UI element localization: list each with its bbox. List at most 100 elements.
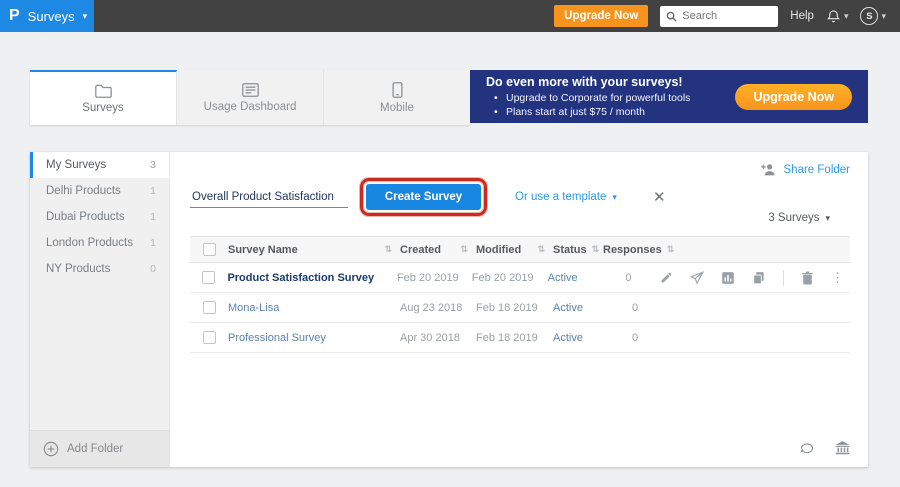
survey-name-link[interactable]: Product Satisfaction Survey <box>227 272 374 284</box>
create-survey-row: Create Survey Or use a template ▾ ✕ <box>190 182 850 212</box>
modified-date: Feb 18 2019 <box>476 302 538 314</box>
avatar: S <box>860 7 878 25</box>
sidebar-item-ny-products[interactable]: NY Products 0 <box>30 256 169 282</box>
chevron-down-icon: ▾ <box>881 12 886 21</box>
sidebar-item-london-products[interactable]: London Products 1 <box>30 230 169 256</box>
share-folder-button[interactable]: Share Folder <box>761 163 850 176</box>
surveys-table: Survey Name ⇅ Created ⇅ Modified ⇅ Statu… <box>190 236 850 353</box>
duplicate-copy-icon[interactable] <box>752 271 766 285</box>
sidebar-item-dubai-products[interactable]: Dubai Products 1 <box>30 204 169 230</box>
tab-usage-dashboard[interactable]: Usage Dashboard <box>177 70 324 125</box>
folder-label: Dubai Products <box>46 211 125 223</box>
folders-sidebar: My Surveys 3 Delhi Products 1 Dubai Prod… <box>30 152 170 467</box>
status-badge[interactable]: Active <box>548 272 578 284</box>
folder-label: NY Products <box>46 263 110 275</box>
row-checkbox[interactable] <box>203 301 216 314</box>
created-date: Aug 23 2018 <box>400 302 462 314</box>
banner-bullets: Upgrade to Corporate for powerful tools … <box>486 91 690 119</box>
surveys-count-dropdown[interactable]: 3 Surveys ▾ <box>768 212 830 224</box>
search-icon <box>666 11 677 22</box>
table-row: Mona-Lisa Aug 23 2018 Feb 18 2019 Active… <box>190 293 850 323</box>
column-header-status: Status <box>553 244 587 256</box>
topbar: P Surveys ▾ Upgrade Now Help ▾ S ▾ <box>0 0 900 32</box>
search-input[interactable] <box>682 10 772 22</box>
chevron-down-icon: ▾ <box>844 12 849 21</box>
tab-surveys[interactable]: Surveys <box>30 70 177 125</box>
sort-icon[interactable]: ⇅ <box>460 244 476 255</box>
app-switcher[interactable]: P Surveys ▾ <box>0 0 94 32</box>
chevron-down-icon: ▾ <box>83 12 88 21</box>
add-folder-button[interactable]: Add Folder <box>30 430 169 467</box>
folder-label: Delhi Products <box>46 185 121 197</box>
column-header-survey-name: Survey Name <box>228 244 298 256</box>
tab-label: Surveys <box>82 102 124 114</box>
survey-name-input[interactable] <box>190 187 348 208</box>
created-date: Feb 20 2019 <box>397 272 459 284</box>
responses-count: 0 <box>625 272 631 284</box>
folder-count: 1 <box>150 211 156 223</box>
upgrade-now-button[interactable]: Upgrade Now <box>554 5 648 27</box>
table-header-row: Survey Name ⇅ Created ⇅ Modified ⇅ Statu… <box>190 236 850 263</box>
folder-label: London Products <box>46 237 133 249</box>
reports-chart-icon[interactable] <box>721 271 735 285</box>
responses-count: 0 <box>632 302 638 314</box>
created-date: Apr 30 2018 <box>400 332 460 344</box>
add-folder-label: Add Folder <box>67 443 123 455</box>
use-template-dropdown[interactable]: Or use a template ▾ <box>515 191 617 203</box>
survey-name-link[interactable]: Professional Survey <box>228 332 326 344</box>
table-row: Product Satisfaction Survey Feb 20 2019 … <box>190 263 850 293</box>
close-icon[interactable]: ✕ <box>653 190 666 205</box>
banner-upgrade-button[interactable]: Upgrade Now <box>735 84 852 110</box>
surveys-count-label: 3 Surveys <box>768 212 819 224</box>
folder-label: My Surveys <box>46 159 106 171</box>
folder-icon <box>95 84 112 98</box>
surveys-panel: My Surveys 3 Delhi Products 1 Dubai Prod… <box>30 152 868 467</box>
sort-icon[interactable]: ⇅ <box>667 244 675 255</box>
sidebar-item-my-surveys[interactable]: My Surveys 3 <box>30 152 169 178</box>
responses-count: 0 <box>632 332 638 344</box>
archive-bank-icon[interactable] <box>835 441 850 455</box>
app-name: Surveys <box>28 9 75 24</box>
sort-icon[interactable]: ⇅ <box>537 244 553 255</box>
edit-pencil-icon[interactable] <box>660 271 673 284</box>
select-all-checkbox[interactable] <box>203 243 216 256</box>
modified-date: Feb 20 2019 <box>472 272 534 284</box>
account-menu[interactable]: S ▾ <box>860 7 886 25</box>
modified-date: Feb 18 2019 <box>476 332 538 344</box>
survey-name-link[interactable]: Mona-Lisa <box>228 302 279 314</box>
delete-trash-icon[interactable] <box>801 271 814 285</box>
create-survey-button[interactable]: Create Survey <box>366 184 481 210</box>
share-person-icon <box>761 163 777 176</box>
view-tabs: Surveys Usage Dashboard Mobile <box>30 70 470 125</box>
help-link[interactable]: Help <box>790 10 814 22</box>
status-badge[interactable]: Active <box>553 302 583 314</box>
chevron-down-icon: ▾ <box>612 193 617 202</box>
row-checkbox[interactable] <box>203 331 216 344</box>
proprofs-logo-icon: P <box>9 8 20 24</box>
tab-mobile[interactable]: Mobile <box>324 70 470 125</box>
sidebar-item-delhi-products[interactable]: Delhi Products 1 <box>30 178 169 204</box>
status-badge[interactable]: Active <box>553 332 583 344</box>
send-survey-icon[interactable] <box>690 271 704 285</box>
tab-label: Mobile <box>380 102 414 114</box>
notifications-button[interactable]: ▾ <box>826 9 849 24</box>
folder-count: 1 <box>150 185 156 197</box>
search-box[interactable] <box>660 6 778 27</box>
more-options-icon[interactable]: ⋮ <box>831 270 844 286</box>
column-header-modified: Modified <box>476 244 521 256</box>
folder-count: 3 <box>150 159 156 171</box>
sort-icon[interactable]: ⇅ <box>384 244 400 255</box>
column-header-responses: Responses <box>603 244 662 256</box>
actions-divider <box>783 270 784 286</box>
tab-label: Usage Dashboard <box>204 101 297 113</box>
banner-bullet: Upgrade to Corporate for powerful tools <box>486 91 690 105</box>
panel-footer-icons <box>799 441 850 455</box>
bell-icon <box>826 9 841 24</box>
row-checkbox[interactable] <box>202 271 215 284</box>
restore-icon[interactable] <box>799 442 815 455</box>
folder-count: 1 <box>150 237 156 249</box>
mobile-icon <box>392 82 403 98</box>
banner-title: Do even more with your surveys! <box>486 75 690 89</box>
row-actions: ⋮ <box>660 270 850 286</box>
banner-bullet: Plans start at just $75 / month <box>486 105 690 119</box>
